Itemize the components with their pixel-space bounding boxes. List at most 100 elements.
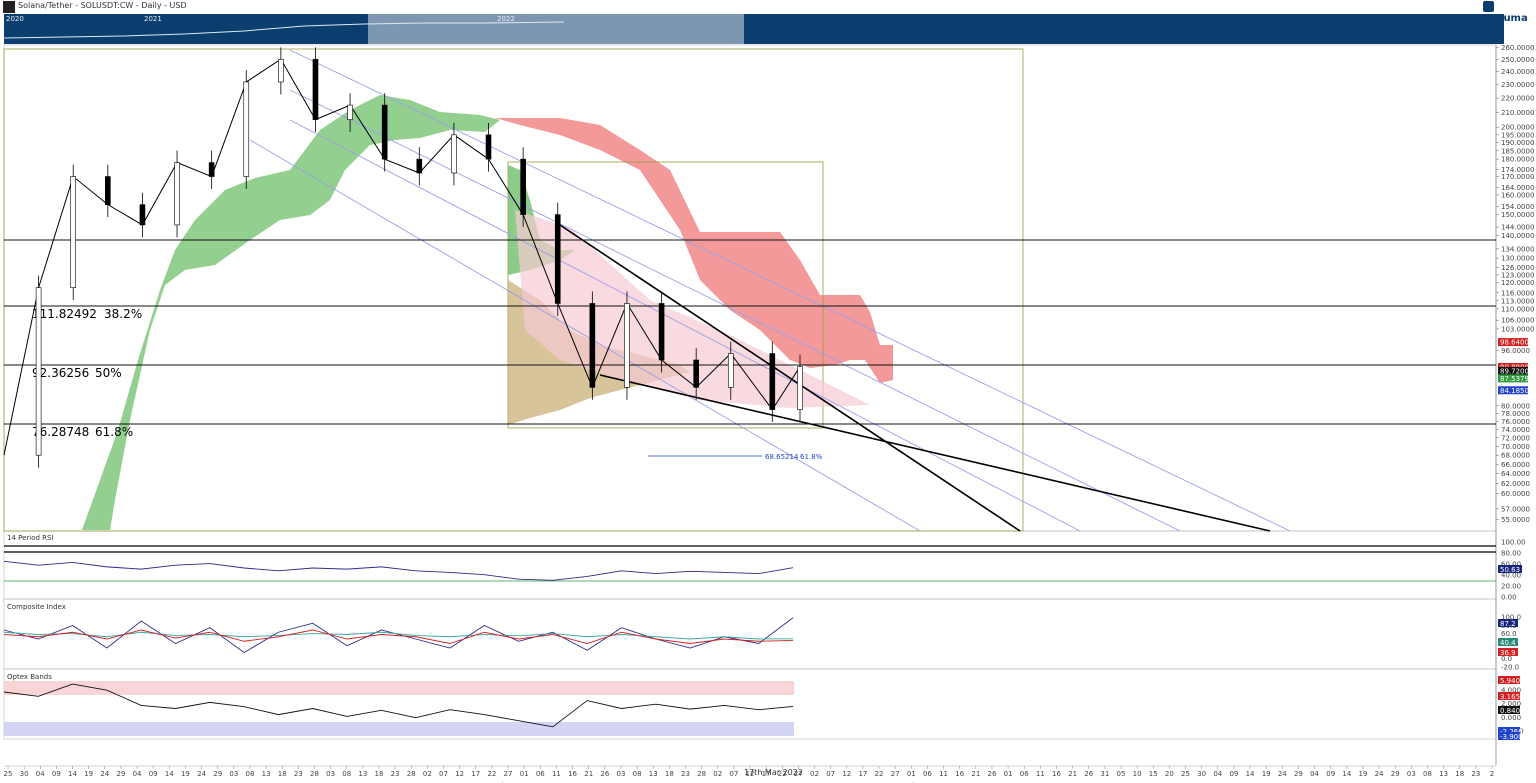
x-day-label: 08 bbox=[245, 770, 254, 778]
x-day-label: 23 bbox=[294, 770, 303, 778]
x-day-label: 18 bbox=[1455, 770, 1464, 778]
candle-body bbox=[554, 214, 561, 304]
x-day-label: 12 bbox=[455, 770, 464, 778]
candle-body bbox=[347, 104, 353, 120]
optex-badge-1-text: 5.940 bbox=[1500, 677, 1520, 685]
price-tick-label: 113.0000 bbox=[1501, 297, 1534, 305]
x-day-label: 16 bbox=[568, 770, 577, 778]
candle-body bbox=[208, 162, 215, 177]
x-day-label: 16 bbox=[1052, 770, 1061, 778]
x-day-label: 24 bbox=[1375, 770, 1384, 778]
rsi-tick-label: 0.00 bbox=[1501, 594, 1517, 602]
price-badge-text: 84.1850 bbox=[1500, 387, 1529, 395]
x-day-label: 20 bbox=[1165, 770, 1174, 778]
price-tick-label: 76.0000 bbox=[1501, 418, 1530, 426]
x-day-label: 04 bbox=[1213, 770, 1222, 778]
rsi-pane[interactable] bbox=[3, 530, 1497, 600]
candle-body bbox=[451, 134, 457, 174]
price-tick-label: 120.0000 bbox=[1501, 279, 1534, 287]
price-tick-label: 116.0000 bbox=[1501, 289, 1534, 297]
x-day-label: 16 bbox=[955, 770, 964, 778]
x-day-label: 24 bbox=[100, 770, 109, 778]
x-day-label: 09 bbox=[1229, 770, 1238, 778]
x-day-label: 09 bbox=[52, 770, 61, 778]
price-tick-label: 134.0000 bbox=[1501, 245, 1534, 253]
x-day-label: 01 bbox=[907, 770, 916, 778]
x-day-label: 22 bbox=[875, 770, 884, 778]
optex-badge-5-text: -3.900 bbox=[1500, 733, 1523, 741]
x-day-label: 04 bbox=[36, 770, 45, 778]
x-day-label: 28 bbox=[310, 770, 319, 778]
x-day-label: 01 bbox=[520, 770, 529, 778]
price-tick-label: 220.0000 bbox=[1501, 95, 1534, 103]
candle-body bbox=[797, 366, 803, 410]
candle-body bbox=[693, 359, 699, 388]
price-axis: 55.0000 57.0000 60.0000 62.0000 64.000066.00… bbox=[1496, 44, 1534, 524]
composite-fast-average-line bbox=[3, 629, 794, 644]
crosshair-date-label: 17th Mar 2022 bbox=[744, 768, 803, 777]
x-day-label: 13 bbox=[649, 770, 658, 778]
x-day-label: 03 bbox=[229, 770, 238, 778]
x-day-label: 13 bbox=[1439, 770, 1448, 778]
x-day-label: 07 bbox=[826, 770, 835, 778]
x-day-label: 02 bbox=[713, 770, 722, 778]
price-tick-label: 150.0000 bbox=[1501, 211, 1534, 219]
x-day-label: 10 bbox=[1133, 770, 1142, 778]
price-tick-label: 74.0000 bbox=[1501, 426, 1530, 434]
price-tick-label: 140.0000 bbox=[1501, 232, 1534, 240]
x-day-label: 09 bbox=[149, 770, 158, 778]
x-day-label: 14 bbox=[1342, 770, 1351, 778]
price-tick-label: 260.0000 bbox=[1501, 44, 1534, 52]
fib-level-382-value: 111.82492 bbox=[32, 307, 97, 321]
rsi-tick-label: 20.00 bbox=[1501, 583, 1521, 591]
price-badge-text: 87.5379 bbox=[1500, 375, 1529, 383]
x-day-label: 05 bbox=[1117, 770, 1126, 778]
price-tick-label: 160.0000 bbox=[1501, 191, 1534, 199]
price-tick-label: 126.0000 bbox=[1501, 264, 1534, 272]
x-day-label: 24 bbox=[197, 770, 206, 778]
price-tick-label: 66.0000 bbox=[1501, 461, 1530, 469]
price-tick-label: 55.0000 bbox=[1501, 516, 1530, 524]
price-tick-label: 144.0000 bbox=[1501, 224, 1534, 232]
price-tick-label: 200.0000 bbox=[1501, 124, 1534, 132]
rsi-title: 14 Period RSI bbox=[7, 534, 54, 542]
x-day-label: 19 bbox=[1358, 770, 1367, 778]
kumo-cloud-bullish bbox=[82, 95, 500, 530]
candle-body bbox=[381, 104, 388, 160]
composite-badge-1-text: 87.2 bbox=[1500, 620, 1516, 628]
x-day-label: 02 bbox=[423, 770, 432, 778]
x-day-label: 26 bbox=[1084, 770, 1093, 778]
price-tick-label: 180.0000 bbox=[1501, 156, 1534, 164]
x-day-label: 13 bbox=[358, 770, 367, 778]
x-day-label: 14 bbox=[1246, 770, 1255, 778]
chart-canvas[interactable]: 111.82492 38.2% 92.36256 50% 76.28748 61… bbox=[0, 0, 1536, 783]
x-day-label: 14 bbox=[68, 770, 77, 778]
x-day-label: 21 bbox=[1068, 770, 1077, 778]
rsi-tick-label: 100.00 bbox=[1501, 539, 1526, 547]
x-day-label: 03 bbox=[1407, 770, 1416, 778]
x-day-label: 26 bbox=[987, 770, 996, 778]
candle-body bbox=[624, 303, 630, 388]
x-day-label: 29 bbox=[1391, 770, 1400, 778]
candle-body bbox=[35, 287, 42, 456]
x-day-label: 29 bbox=[116, 770, 125, 778]
price-tick-label: 62.0000 bbox=[1501, 480, 1530, 488]
x-day-label: 18 bbox=[375, 770, 384, 778]
price-tick-label: 64.0000 bbox=[1501, 470, 1530, 478]
price-badge-text: 98.6400 bbox=[1500, 339, 1529, 347]
composite-tick-label: 60.0 bbox=[1501, 630, 1517, 638]
x-day-label: 21 bbox=[971, 770, 980, 778]
price-tick-label: 185.0000 bbox=[1501, 147, 1534, 155]
x-day-label: 04 bbox=[1310, 770, 1319, 778]
price-badges: 98.640090.890089.7289.720087.537984.1850 bbox=[1498, 338, 1529, 395]
candle-body bbox=[416, 158, 423, 174]
x-day-label: 17 bbox=[858, 770, 867, 778]
x-day-label: 03 bbox=[616, 770, 625, 778]
price-tick-label: 123.0000 bbox=[1501, 271, 1534, 279]
optex-title: Optex Bands bbox=[7, 673, 52, 681]
composite-pane[interactable] bbox=[3, 598, 1497, 670]
x-day-label: 14 bbox=[165, 770, 174, 778]
candle-body bbox=[485, 134, 492, 160]
x-day-label: 30 bbox=[1197, 770, 1206, 778]
optex-lower-band bbox=[4, 722, 794, 736]
